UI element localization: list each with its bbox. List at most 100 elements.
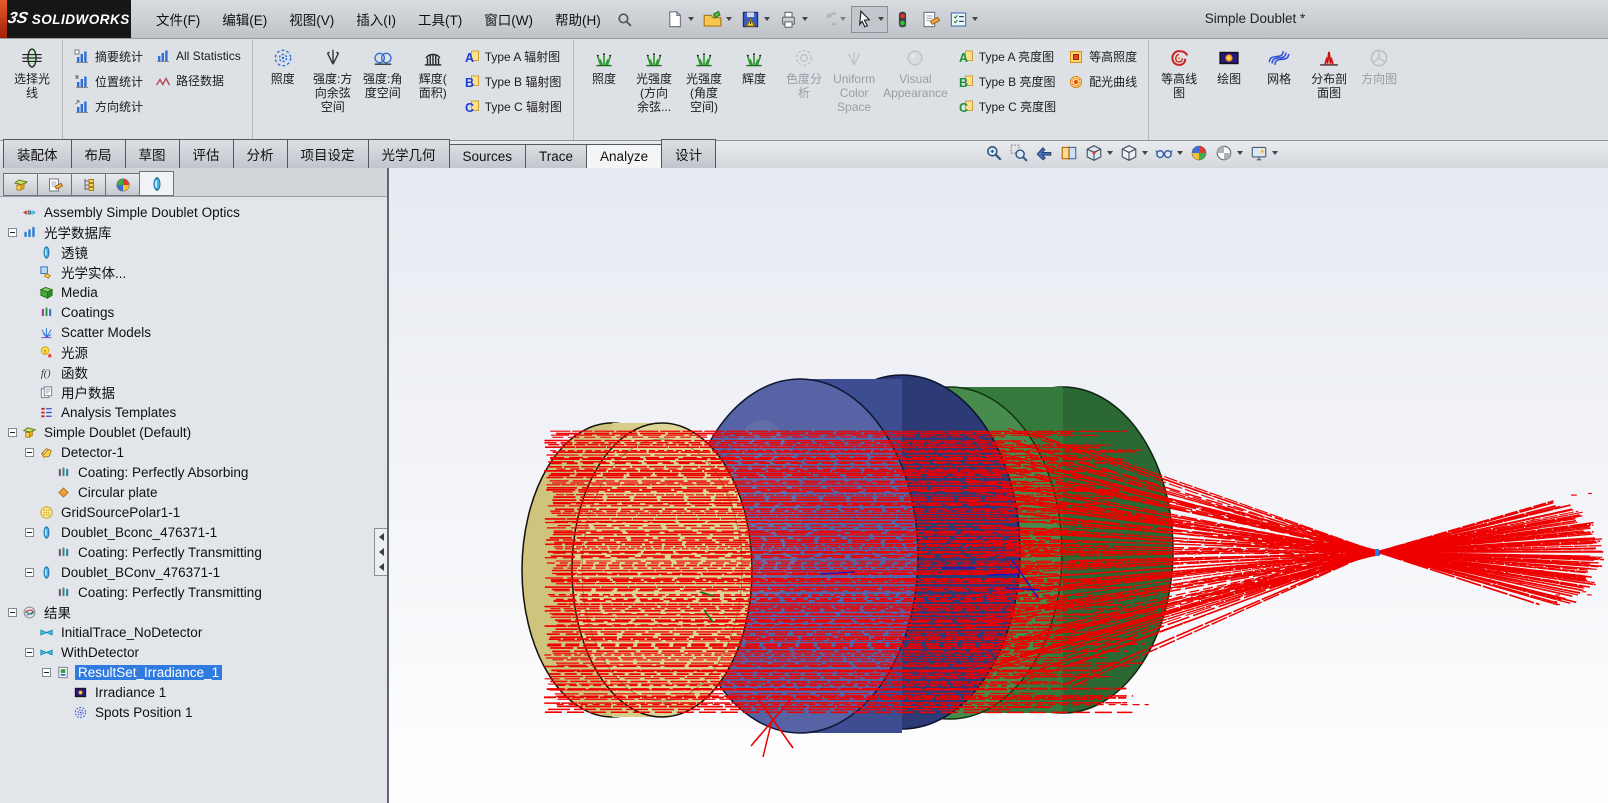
- tree-item-18[interactable]: Doublet_BConv_476371-1: [2, 562, 387, 582]
- command-tab-7[interactable]: Sources: [449, 144, 527, 168]
- ribbon-button-iso-illuminance[interactable]: 等高照度: [1062, 44, 1143, 69]
- quick-button-print[interactable]: [775, 6, 812, 33]
- ribbon-button-intensity-cosine[interactable]: 强度:方 向余弦 空间: [308, 42, 358, 117]
- tree-item-7[interactable]: 光源: [2, 342, 387, 362]
- dropdown-caret[interactable]: [1107, 151, 1113, 155]
- dropdown-caret[interactable]: [972, 17, 978, 21]
- ribbon-button-plot[interactable]: 绘图: [1204, 42, 1254, 89]
- viewport-3d-scene[interactable]: [389, 168, 1608, 803]
- dropdown-caret[interactable]: [840, 17, 846, 21]
- panel-tab-feature-manager[interactable]: [3, 173, 38, 196]
- tree-item-25[interactable]: Spots Position 1: [2, 702, 387, 722]
- menu-item-3[interactable]: 插入(I): [345, 4, 407, 34]
- graphics-viewport[interactable]: [389, 168, 1608, 803]
- tree-expander[interactable]: [25, 568, 34, 577]
- tree-item-17[interactable]: Coating: Perfectly Transmitting: [2, 542, 387, 562]
- quick-button-select-cursor[interactable]: [851, 6, 888, 33]
- command-tab-9[interactable]: Analyze: [586, 144, 662, 168]
- tree-expander[interactable]: [25, 648, 34, 657]
- ribbon-button-stats-summary[interactable]: 摘要统计: [68, 44, 149, 69]
- ribbon-button-type-b-green[interactable]: BType B 亮度图: [952, 69, 1062, 94]
- ribbon-button-radiance-area[interactable]: 辉度( 面积): [408, 42, 458, 103]
- tree-item-14[interactable]: Circular plate: [2, 482, 387, 502]
- menu-item-4[interactable]: 工具(T): [407, 4, 473, 34]
- command-tab-2[interactable]: 草图: [125, 139, 180, 168]
- panel-tab-optical-manager[interactable]: [139, 171, 174, 196]
- ribbon-button-stats-position[interactable]: 位置统计: [68, 69, 149, 94]
- command-tab-0[interactable]: 装配体: [3, 139, 72, 168]
- tree-item-5[interactable]: Coatings: [2, 302, 387, 322]
- menu-item-0[interactable]: 文件(F): [145, 4, 211, 34]
- headsup-button-hide-show-items[interactable]: [1155, 144, 1183, 162]
- tree-item-16[interactable]: Doublet_Bconc_476371-1: [2, 522, 387, 542]
- quick-button-open[interactable]: [699, 6, 736, 33]
- tree-expander[interactable]: [8, 428, 17, 437]
- ribbon-button-mesh[interactable]: 网格: [1254, 42, 1304, 89]
- headsup-button-zoom-fit[interactable]: [985, 144, 1003, 162]
- tree-item-22[interactable]: WithDetector: [2, 642, 387, 662]
- ribbon-button-type-a-blue[interactable]: AType A 辐射图: [458, 44, 568, 69]
- dropdown-caret[interactable]: [1237, 151, 1243, 155]
- ribbon-button-grass[interactable]: 照度: [579, 42, 629, 89]
- dropdown-caret[interactable]: [764, 17, 770, 21]
- dropdown-caret[interactable]: [1272, 151, 1278, 155]
- tree-item-21[interactable]: InitialTrace_NoDetector: [2, 622, 387, 642]
- headsup-button-zoom-area[interactable]: [1010, 144, 1028, 162]
- ribbon-button-grass[interactable]: 辉度: [729, 42, 779, 89]
- tree-item-24[interactable]: Irradiance 1: [2, 682, 387, 702]
- tree-item-11[interactable]: Simple Doublet (Default): [2, 422, 387, 442]
- dropdown-caret[interactable]: [726, 17, 732, 21]
- ribbon-button-stats-direction[interactable]: 方向统计: [68, 94, 149, 119]
- tree-item-15[interactable]: GridSourcePolar1-1: [2, 502, 387, 522]
- ribbon-button-direction-map[interactable]: 方向图: [1354, 42, 1404, 89]
- command-tab-3[interactable]: 评估: [179, 139, 234, 168]
- headsup-button-view-orientation[interactable]: [1085, 144, 1113, 162]
- ribbon-button-grass[interactable]: 光强度 (方向 余弦...: [629, 42, 679, 117]
- ribbon-button-type-b-blue[interactable]: BType B 辐射图: [458, 69, 568, 94]
- tree-item-19[interactable]: Coating: Perfectly Transmitting: [2, 582, 387, 602]
- ribbon-button-stats-all[interactable]: All Statistics: [149, 44, 247, 68]
- command-tab-5[interactable]: 项目设定: [287, 139, 369, 168]
- headsup-button-view-settings[interactable]: [1250, 144, 1278, 162]
- dropdown-caret[interactable]: [688, 17, 694, 21]
- dropdown-caret[interactable]: [802, 17, 808, 21]
- quick-button-new-document[interactable]: [661, 6, 698, 33]
- headsup-button-display-style[interactable]: [1120, 144, 1148, 162]
- tree-item-23[interactable]: ResultSet_Irradiance_1: [2, 662, 387, 682]
- tree-expander[interactable]: [25, 528, 34, 537]
- tree-expander[interactable]: [42, 668, 51, 677]
- dropdown-caret[interactable]: [1142, 151, 1148, 155]
- menu-item-6[interactable]: 帮助(H): [544, 4, 612, 34]
- menu-item-5[interactable]: 窗口(W): [473, 4, 544, 34]
- tree-item-10[interactable]: Analysis Templates: [2, 402, 387, 422]
- ribbon-button-irradiance-target[interactable]: 照度: [258, 42, 308, 89]
- headsup-button-apply-scene[interactable]: [1190, 144, 1208, 162]
- ribbon-button-contour-map[interactable]: 等高线 图: [1154, 42, 1204, 103]
- command-tab-10[interactable]: 设计: [661, 139, 716, 168]
- command-tab-4[interactable]: 分析: [233, 139, 288, 168]
- panel-tab-property-manager[interactable]: [37, 173, 72, 196]
- search-icon[interactable]: [614, 9, 635, 30]
- quick-button-stoplight[interactable]: [889, 6, 916, 33]
- ribbon-button-type-c-blue[interactable]: CType C 辐射图: [458, 94, 568, 119]
- command-tab-6[interactable]: 光学几何: [368, 139, 450, 168]
- quick-button-save[interactable]: [737, 6, 774, 33]
- quick-button-properties[interactable]: [917, 6, 944, 33]
- command-tab-8[interactable]: Trace: [525, 144, 587, 168]
- ribbon-button-visual-appearance[interactable]: Visual Appearance: [879, 42, 952, 103]
- tree-item-0[interactable]: Assembly Simple Doublet Optics: [2, 202, 387, 222]
- tree-expander[interactable]: [8, 608, 17, 617]
- ribbon-button-select-ray[interactable]: 选择光 线: [7, 42, 57, 103]
- ribbon-button-profile[interactable]: 分布剖 面图: [1304, 42, 1354, 103]
- ribbon-button-light-distribution[interactable]: 配光曲线: [1062, 69, 1143, 94]
- tree-item-12[interactable]: Detector-1: [2, 442, 387, 462]
- headsup-button-render-options[interactable]: [1215, 144, 1243, 162]
- ribbon-button-chromaticity[interactable]: 色度分 析: [779, 42, 829, 103]
- tree-item-2[interactable]: 透镜: [2, 242, 387, 262]
- headsup-button-previous-view[interactable]: [1035, 144, 1053, 162]
- command-tab-1[interactable]: 布局: [71, 139, 126, 168]
- dropdown-caret[interactable]: [878, 17, 884, 21]
- ribbon-button-grass[interactable]: 光强度 (角度 空间): [679, 42, 729, 117]
- headsup-button-section-view[interactable]: [1060, 144, 1078, 162]
- menu-item-1[interactable]: 编辑(E): [211, 4, 278, 34]
